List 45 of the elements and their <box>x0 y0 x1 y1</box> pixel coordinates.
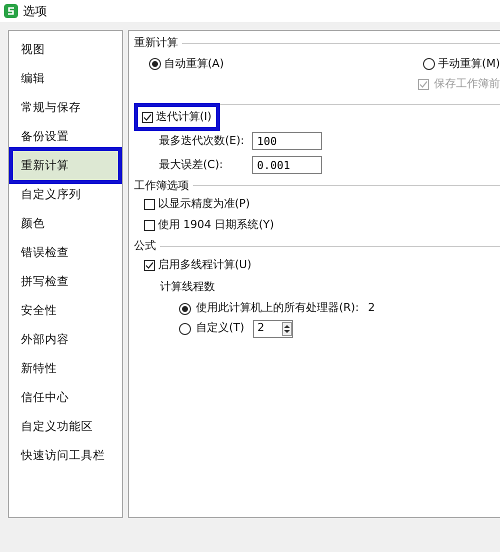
sidebar-item[interactable]: 安全性 <box>13 296 118 325</box>
checkbox[interactable] <box>144 260 155 270</box>
section-title: 重新计算 <box>134 35 178 51</box>
checkbox[interactable] <box>144 220 155 231</box>
checkbox-label: 迭代计算(I) <box>156 108 212 125</box>
spinner-arrows-icon[interactable] <box>282 322 292 336</box>
input-field[interactable]: 0.001 <box>252 156 322 174</box>
window-title: 选项 <box>23 3 47 20</box>
input-field[interactable]: 100 <box>252 132 322 150</box>
checkbox-label: 启用多线程计算(U) <box>158 256 252 273</box>
field-label: 最大误差(C): <box>159 156 224 173</box>
checkbox-label: 保存工作簿前 <box>434 76 500 92</box>
checkbox[interactable] <box>142 112 153 122</box>
app-logo-icon <box>4 4 18 18</box>
sidebar-item[interactable]: 信任中心 <box>13 383 118 412</box>
radio-label: 自定义(T) <box>196 320 244 336</box>
spin-field[interactable]: 2 <box>253 320 294 338</box>
section-title: 工作簿选项 <box>134 178 189 194</box>
radio-button[interactable] <box>423 58 436 70</box>
radio-label: 使用此计算机上的所有处理器(R): <box>196 300 359 316</box>
radio-label: 手动重算(M) <box>438 56 500 72</box>
radio-button[interactable] <box>179 302 191 314</box>
caption-text: 计算线程数 <box>160 278 215 295</box>
field-label: 最多迭代次数(E): <box>159 132 246 149</box>
sidebar-item[interactable]: 重新计算 <box>13 151 118 180</box>
sidebar-item[interactable]: 拼写检查 <box>13 267 118 296</box>
checkbox-label: 以显示精度为准(P) <box>158 196 250 212</box>
sidebar-item[interactable]: 快速访问工具栏 <box>13 441 118 470</box>
radio-label: 自动重算(A) <box>164 56 224 72</box>
checkbox-label: 使用 1904 日期系统(Y) <box>158 217 274 234</box>
sidebar-item[interactable]: 自定义序列 <box>13 180 118 209</box>
sidebar-item[interactable]: 编辑 <box>13 64 118 93</box>
sidebar-item[interactable]: 自定义功能区 <box>13 412 118 441</box>
sidebar-item[interactable]: 视图 <box>13 35 118 64</box>
sidebar-item[interactable]: 备份设置 <box>13 122 118 151</box>
sidebar-item[interactable]: 错误检查 <box>13 238 118 267</box>
radio-button[interactable] <box>149 58 161 70</box>
checkbox[interactable] <box>144 199 155 210</box>
sidebar-item[interactable]: 颜色 <box>13 209 118 238</box>
section-title: 公式 <box>134 238 156 254</box>
sidebar-item[interactable]: 新特性 <box>13 354 118 383</box>
processor-count: 2 <box>368 300 375 316</box>
sidebar-item[interactable]: 常规与保存 <box>13 93 118 122</box>
radio-button[interactable] <box>179 322 191 334</box>
sidebar-item[interactable]: 外部内容 <box>13 325 118 354</box>
